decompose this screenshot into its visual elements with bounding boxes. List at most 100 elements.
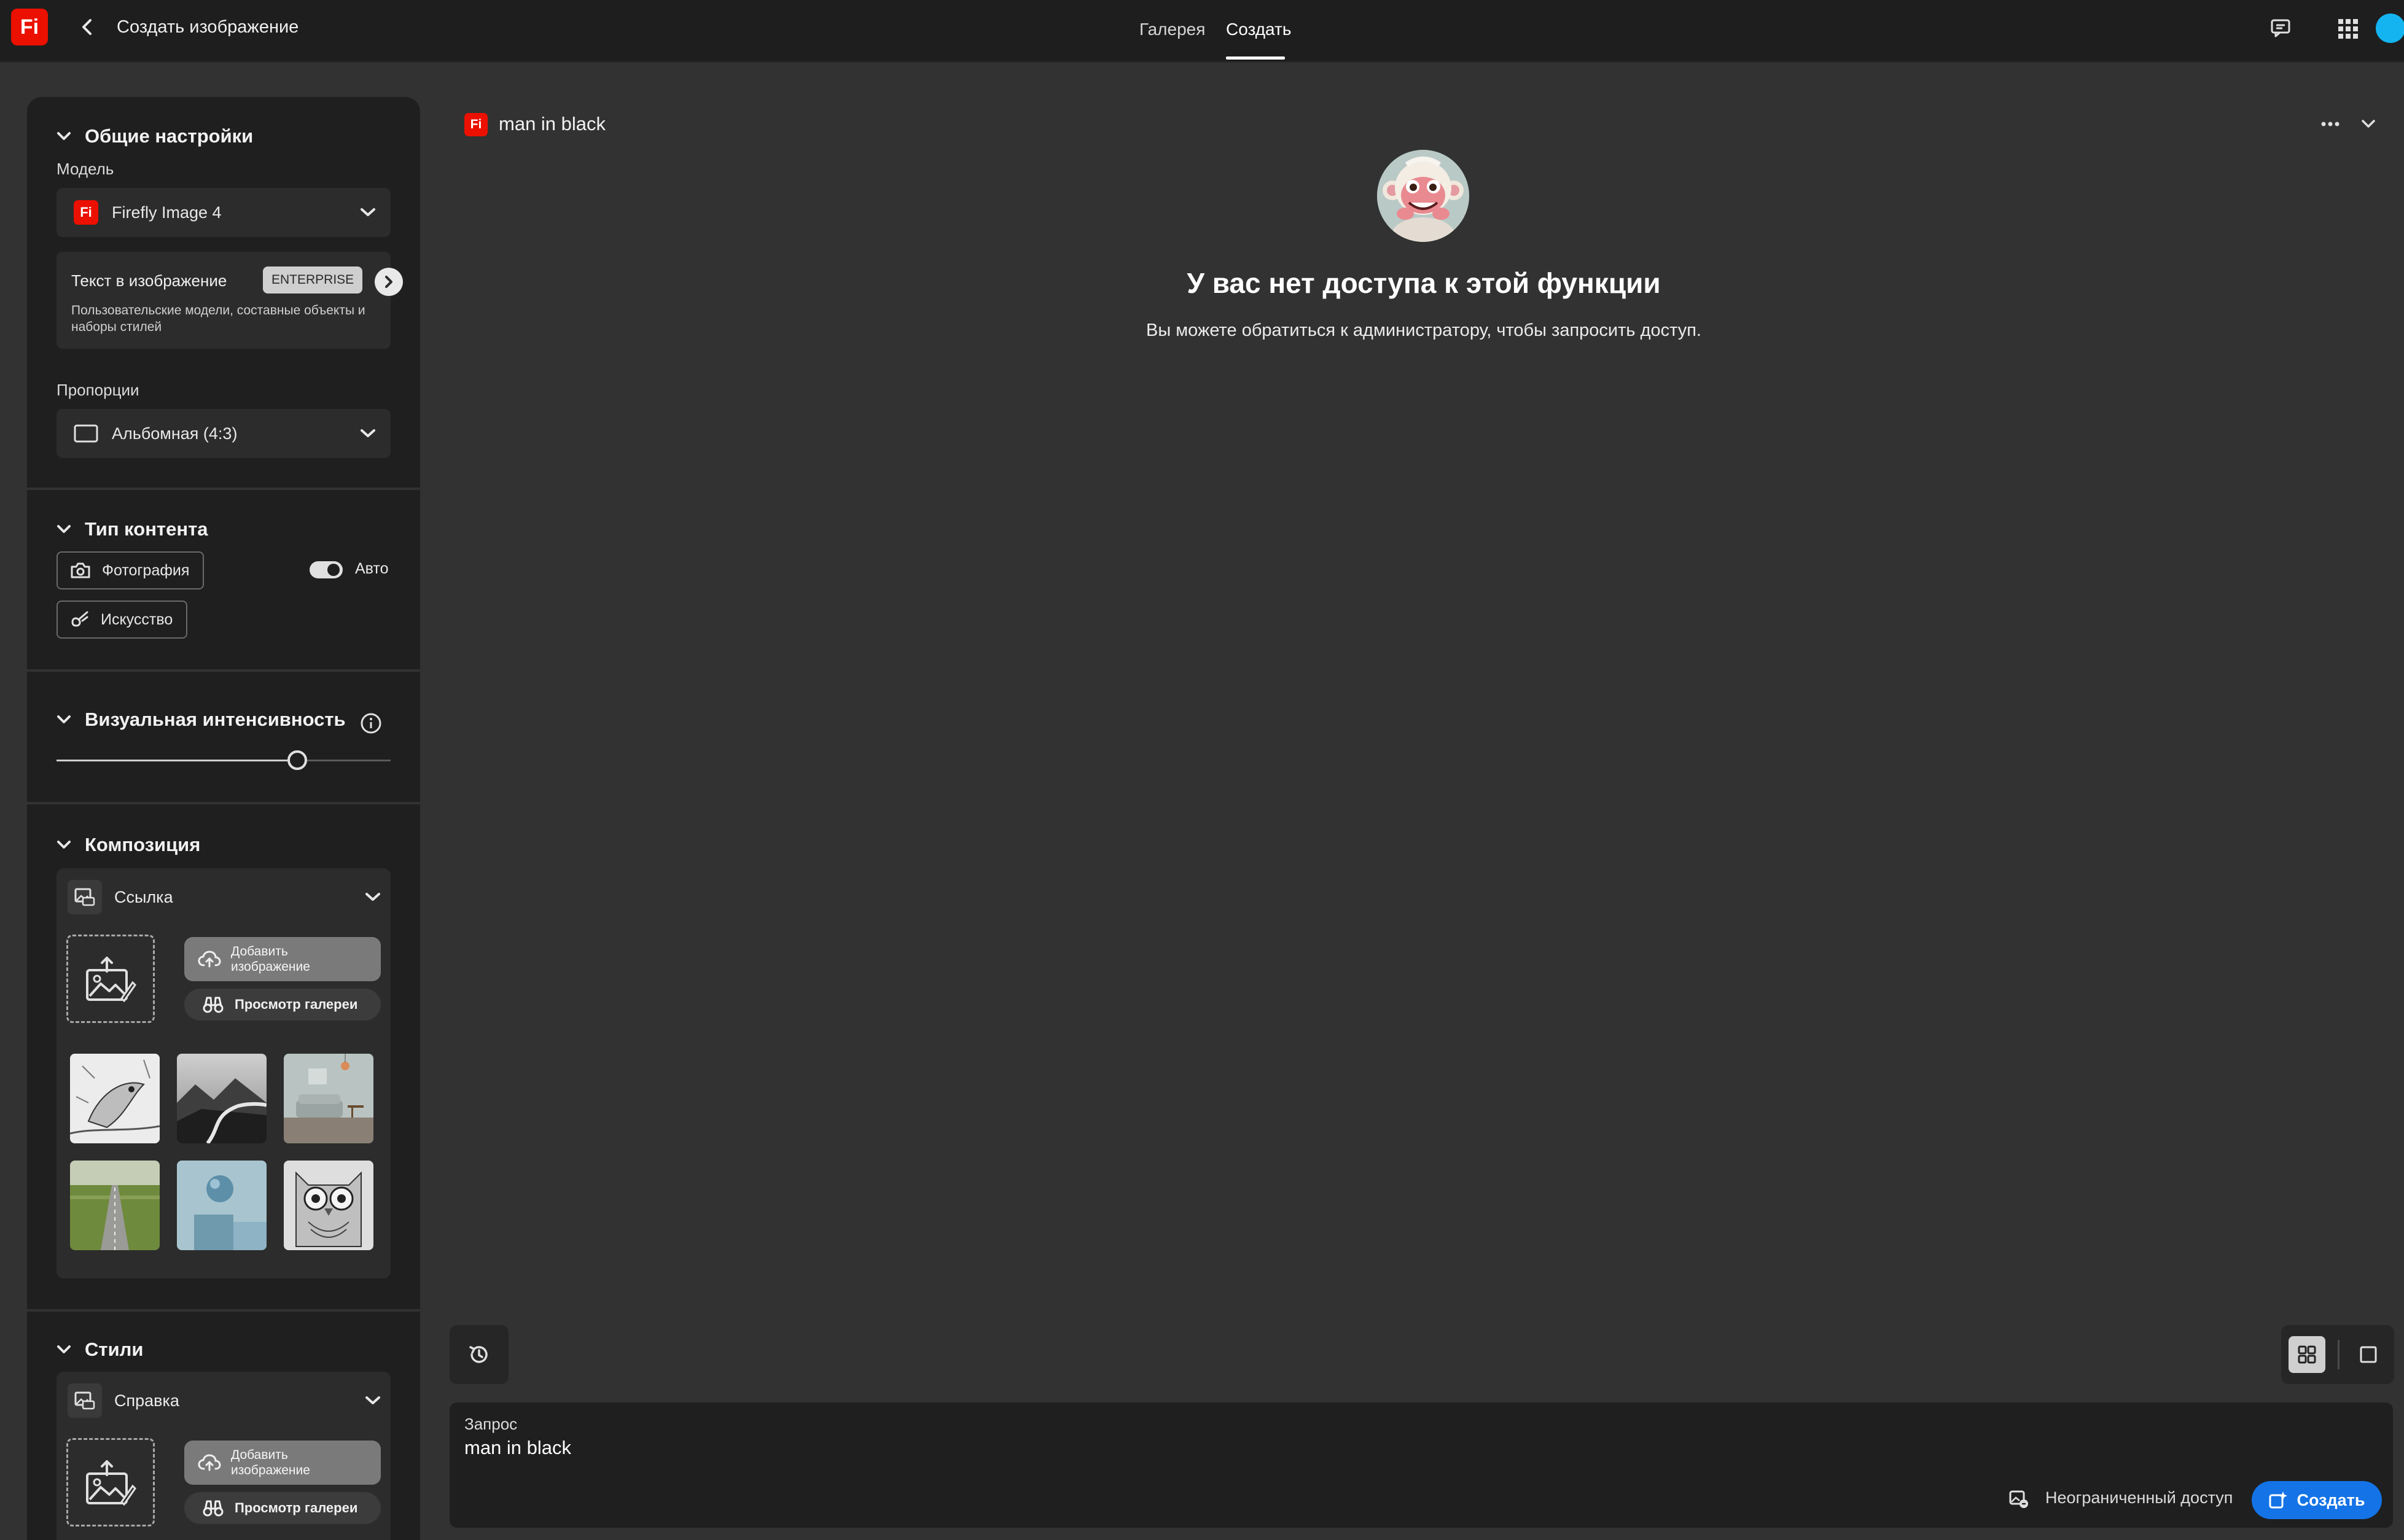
composition-header[interactable]: Композиция — [57, 834, 200, 856]
landscape-ratio-icon — [74, 424, 98, 443]
no-access-heading: У вас нет доступа к этой функции — [1187, 267, 1661, 299]
content-type-photo[interactable]: Фотография — [57, 551, 205, 589]
enterprise-description: Пользовательские модели, составные объек… — [71, 303, 365, 334]
thumbnail-living-room[interactable] — [284, 1054, 373, 1143]
enterprise-title: Текст в изображение — [71, 271, 227, 290]
style-reference-card: Справка Добавить изображение Просмотр га… — [57, 1372, 391, 1540]
generate-label: Создать — [2297, 1490, 2365, 1509]
divider — [27, 669, 420, 672]
tab-gallery[interactable]: Галерея — [1139, 20, 1205, 39]
binoculars-icon — [203, 1500, 224, 1517]
history-button[interactable] — [450, 1325, 509, 1384]
model-select[interactable]: Fi Firefly Image 4 — [57, 188, 391, 237]
single-view-button[interactable] — [2350, 1336, 2387, 1373]
composition-reference-card: Ссылка Добавить изображение Просмотр гал… — [57, 868, 391, 1278]
grid-view-button[interactable] — [2289, 1336, 2325, 1373]
content-type-art-label: Искусство — [101, 610, 173, 628]
no-access-subtext: Вы можете обратиться к администратору, ч… — [1146, 321, 1701, 340]
section-title: Стили — [85, 1339, 144, 1360]
upload-image-icon — [86, 957, 136, 1002]
section-title: Композиция — [85, 834, 201, 855]
cloud-upload-icon — [198, 1454, 221, 1471]
prompt-input[interactable]: man in black — [464, 1437, 571, 1459]
browse-gallery-label: Просмотр галереи — [235, 997, 358, 1012]
reference-image-icon — [68, 880, 102, 914]
user-avatar[interactable] — [2376, 14, 2404, 43]
model-label: Модель — [57, 160, 114, 178]
aspect-ratio-select[interactable]: Альбомная (4:3) — [57, 409, 391, 458]
content-type-header[interactable]: Тип контента — [57, 518, 208, 540]
chevron-down-icon — [57, 525, 71, 533]
section-title: Тип контента — [85, 518, 208, 540]
divider — [27, 802, 420, 804]
firefly-logo[interactable]: Fi — [11, 9, 48, 45]
firefly-logo-small: Fi — [464, 113, 488, 136]
info-icon[interactable] — [359, 711, 383, 736]
thumbnail-bird-sketch[interactable] — [70, 1054, 160, 1143]
upload-dropzone[interactable] — [66, 935, 155, 1023]
back-button[interactable] — [74, 14, 101, 41]
thumbnail-owl-mandala[interactable] — [284, 1161, 373, 1250]
model-value: Firefly Image 4 — [112, 203, 222, 222]
apps-grid-button[interactable] — [2333, 14, 2363, 44]
upload-image-icon — [86, 1460, 136, 1506]
chevron-down-icon — [2362, 120, 2375, 128]
toggle-knob — [327, 564, 340, 576]
style-upload-dropzone[interactable] — [66, 1438, 155, 1526]
grid-view-icon — [2298, 1345, 2316, 1364]
more-horizontal-icon — [2321, 122, 2340, 126]
thumbnail-mountain-river[interactable] — [177, 1054, 267, 1143]
composition-reference-header[interactable]: Ссылка — [68, 878, 381, 916]
reference-image-icon — [68, 1383, 102, 1418]
content-type-photo-label: Фотография — [102, 561, 190, 579]
style-browse-gallery-button[interactable]: Просмотр галереи — [184, 1492, 381, 1524]
top-bar: Fi Создать изображение Галерея Создать — [0, 0, 2404, 63]
reference-title: Ссылка — [114, 887, 173, 906]
thumbnail-green-road[interactable] — [70, 1161, 160, 1250]
browse-gallery-label: Просмотр галереи — [235, 1500, 358, 1515]
enterprise-more-button[interactable] — [375, 268, 403, 296]
history-icon — [469, 1346, 488, 1363]
styles-header[interactable]: Стили — [57, 1339, 143, 1361]
add-image-label: Добавить изображение — [231, 1448, 310, 1477]
brush-icon — [71, 611, 88, 627]
monkey-illustration — [1377, 150, 1469, 242]
section-title: Визуальная интенсивность — [85, 709, 346, 730]
style-reference-header[interactable]: Справка — [68, 1382, 381, 1420]
generate-sparkle-icon — [2269, 1491, 2288, 1509]
prompt-panel: Запрос man in black Неограниченный досту… — [450, 1402, 2393, 1528]
collapse-button[interactable] — [2356, 114, 2381, 134]
credits-icon — [2008, 1488, 2029, 1509]
add-image-button[interactable]: Добавить изображение — [184, 937, 381, 981]
content-type-art[interactable]: Искусство — [57, 601, 188, 639]
style-add-image-button[interactable]: Добавить изображение — [184, 1441, 381, 1485]
section-title: Общие настройки — [85, 125, 254, 147]
divider — [27, 488, 420, 490]
aspect-label: Пропорции — [57, 381, 139, 399]
auto-label: Авто — [355, 560, 389, 577]
credits-status: Неограниченный доступ — [2045, 1488, 2233, 1507]
slider-track[interactable] — [306, 760, 391, 761]
auto-toggle[interactable] — [310, 561, 343, 578]
chevron-down-icon — [57, 715, 71, 723]
settings-panel: Общие настройки Модель Fi Firefly Image … — [27, 97, 420, 1540]
firefly-logo-small: Fi — [74, 200, 98, 225]
visual-intensity-slider-thumb[interactable] — [287, 750, 307, 770]
active-tab-indicator — [1226, 56, 1285, 60]
single-view-icon — [2360, 1346, 2377, 1363]
apps-grid-icon — [2338, 19, 2358, 39]
cloud-upload-icon — [198, 951, 221, 968]
browse-gallery-button[interactable]: Просмотр галереи — [184, 989, 381, 1021]
slider-track-filled — [57, 760, 287, 761]
thumbnail-blue-sphere[interactable] — [177, 1161, 267, 1250]
chevron-down-icon — [57, 841, 71, 849]
divider — [27, 1309, 420, 1312]
camera-icon — [71, 562, 90, 578]
general-settings-header[interactable]: Общие настройки — [57, 125, 253, 147]
feedback-button[interactable] — [2265, 15, 2296, 42]
generate-button[interactable]: Создать — [2252, 1481, 2382, 1519]
more-options-button[interactable] — [2317, 114, 2344, 134]
chevron-right-icon — [385, 276, 392, 288]
visual-intensity-header[interactable]: Визуальная интенсивность — [57, 709, 346, 731]
tab-create[interactable]: Создать — [1226, 20, 1291, 39]
